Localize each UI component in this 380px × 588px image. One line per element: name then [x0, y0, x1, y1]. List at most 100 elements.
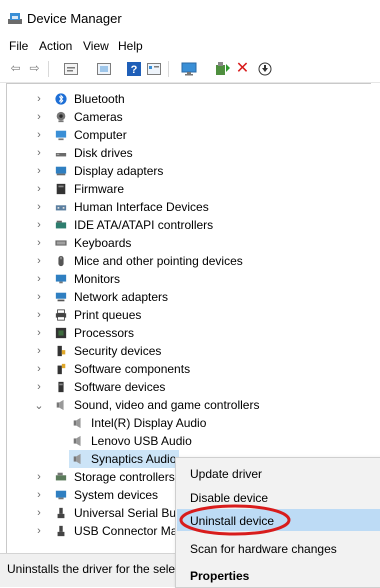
menu-item-scan-hardware[interactable]: Scan for hardware changes	[190, 542, 337, 556]
tree-item-cameras[interactable]: › Cameras	[36, 108, 123, 126]
chevron-right-icon[interactable]: ›	[34, 201, 44, 213]
monitor-icon[interactable]	[180, 61, 197, 76]
chevron-right-icon[interactable]: ›	[34, 327, 44, 339]
scan-icon[interactable]	[95, 61, 112, 76]
speaker-icon	[56, 399, 64, 411]
system-icon	[55, 490, 67, 500]
tree-item-sound-video-game[interactable]: ⌄ Sound, video and game controllers	[34, 396, 260, 414]
menu-item-properties[interactable]: Properties	[190, 569, 249, 583]
help-icon[interactable]: ?	[125, 61, 142, 76]
software-component-icon	[57, 363, 66, 375]
tree-item-processors[interactable]: › Processors	[36, 324, 134, 342]
storage-icon	[55, 472, 67, 481]
chevron-right-icon[interactable]: ›	[34, 471, 44, 483]
disk-icon	[55, 153, 67, 157]
tree-item-label: Mice and other pointing devices	[74, 254, 243, 268]
chevron-right-icon[interactable]: ›	[34, 309, 44, 321]
menu-help[interactable]: Help	[118, 39, 143, 53]
chevron-right-icon[interactable]: ›	[34, 237, 44, 249]
tree-item-monitors[interactable]: › Monitors	[36, 270, 120, 288]
toolbar: ⇦ ⇨ ? ✕	[0, 56, 380, 83]
tree-item-human-interface-devices[interactable]: › Human Interface Devices	[36, 198, 209, 216]
tree-item-system-devices[interactable]: › System devices	[36, 486, 158, 504]
context-menu: Update driver Disable device Uninstall d…	[175, 457, 380, 588]
tree-item-storage-controllers[interactable]: › Storage controllers	[36, 468, 175, 486]
tree-item-label: Firmware	[74, 182, 124, 196]
tree-item-label: Sound, video and game controllers	[74, 398, 260, 412]
window-title: Device Manager	[27, 11, 122, 26]
tree-item-security-devices[interactable]: › Security devices	[36, 342, 161, 360]
chevron-right-icon[interactable]: ›	[34, 525, 44, 537]
chevron-right-icon[interactable]: ›	[34, 111, 44, 123]
menu-bar: File Action View Help	[0, 34, 380, 56]
chevron-right-icon[interactable]: ›	[34, 273, 44, 285]
mouse-icon	[58, 255, 64, 267]
download-icon[interactable]	[256, 61, 273, 76]
uninstall-highlight-ellipse	[179, 504, 291, 536]
software-device-icon	[58, 381, 64, 393]
chevron-right-icon[interactable]: ›	[34, 507, 44, 519]
firmware-icon	[56, 183, 66, 195]
svg-text:?: ?	[130, 64, 137, 76]
chevron-right-icon[interactable]: ›	[34, 363, 44, 375]
tree-item-label: Bluetooth	[74, 92, 125, 106]
ide-icon	[55, 220, 67, 229]
back-icon[interactable]: ⇦	[7, 61, 24, 76]
update-driver-icon[interactable]	[214, 61, 231, 76]
tree-item-lenovo-usb-audio[interactable]: Lenovo USB Audio	[71, 432, 192, 450]
usb-connector-icon	[57, 525, 65, 537]
keyboard-icon	[55, 240, 67, 246]
tree-item-disk-drives[interactable]: › Disk drives	[36, 144, 133, 162]
menu-item-update-driver[interactable]: Update driver	[190, 467, 262, 481]
tree-item-keyboards[interactable]: › Keyboards	[36, 234, 131, 252]
tree-item-label: IDE ATA/ATAPI controllers	[74, 218, 214, 232]
forward-icon[interactable]: ⇨	[26, 61, 43, 76]
chevron-right-icon[interactable]: ›	[34, 255, 44, 267]
tree-item-label: Storage controllers	[74, 470, 175, 484]
chevron-right-icon[interactable]: ›	[34, 165, 44, 177]
menu-view[interactable]: View	[83, 39, 109, 53]
tree-item-ide-controllers[interactable]: › IDE ATA/ATAPI controllers	[36, 216, 213, 234]
tree-item-software-devices[interactable]: › Software devices	[36, 378, 165, 396]
tree-item-label: Intel(R) Display Audio	[91, 416, 207, 430]
display-adapter-icon	[55, 166, 67, 176]
chevron-right-icon[interactable]: ›	[34, 129, 44, 141]
view-icon[interactable]	[145, 61, 162, 76]
tree-item-label: Human Interface Devices	[74, 200, 209, 214]
tree-item-label: Monitors	[74, 272, 121, 286]
tree-item-label: Print queues	[74, 308, 142, 322]
chevron-right-icon[interactable]: ›	[34, 345, 44, 357]
tree-item-computer[interactable]: › Computer	[36, 126, 127, 144]
tree-item-firmware[interactable]: › Firmware	[36, 180, 124, 198]
menu-file[interactable]: File	[9, 39, 28, 53]
computer-icon	[55, 130, 67, 141]
tree-item-label: Software devices	[74, 380, 166, 394]
tree-item-label: Network adapters	[74, 290, 169, 304]
tree-item-bluetooth[interactable]: › Bluetooth	[36, 90, 125, 108]
tree-item-label: Display adapters	[74, 164, 164, 178]
chevron-right-icon[interactable]: ›	[34, 489, 44, 501]
hid-icon	[55, 205, 67, 211]
chevron-right-icon[interactable]: ›	[34, 381, 44, 393]
tree-item-mice[interactable]: › Mice and other pointing devices	[36, 252, 243, 270]
tree-item-network-adapters[interactable]: › Network adapters	[36, 288, 168, 306]
bluetooth-icon	[55, 93, 67, 105]
chevron-right-icon[interactable]: ›	[34, 93, 44, 105]
tree-item-label: Software components	[74, 362, 191, 376]
chevron-right-icon[interactable]: ›	[34, 219, 44, 231]
printer-icon	[55, 309, 67, 321]
tree-item-label: System devices	[74, 488, 159, 502]
properties-icon[interactable]	[62, 61, 79, 76]
tree-item-print-queues[interactable]: › Print queues	[36, 306, 141, 324]
chevron-right-icon[interactable]: ›	[34, 291, 44, 303]
tree-item-software-components[interactable]: › Software components	[36, 360, 190, 378]
speaker-icon	[73, 435, 81, 447]
tree-item-synaptics-audio[interactable]: Synaptics Audio	[69, 450, 179, 468]
tree-item-intel-display-audio[interactable]: Intel(R) Display Audio	[71, 414, 206, 432]
menu-action[interactable]: Action	[39, 39, 72, 53]
chevron-right-icon[interactable]: ›	[34, 147, 44, 159]
chevron-right-icon[interactable]: ›	[34, 183, 44, 195]
uninstall-icon[interactable]: ✕	[234, 61, 251, 77]
tree-item-display-adapters[interactable]: › Display adapters	[36, 162, 163, 180]
chevron-down-icon[interactable]: ⌄	[34, 399, 44, 412]
